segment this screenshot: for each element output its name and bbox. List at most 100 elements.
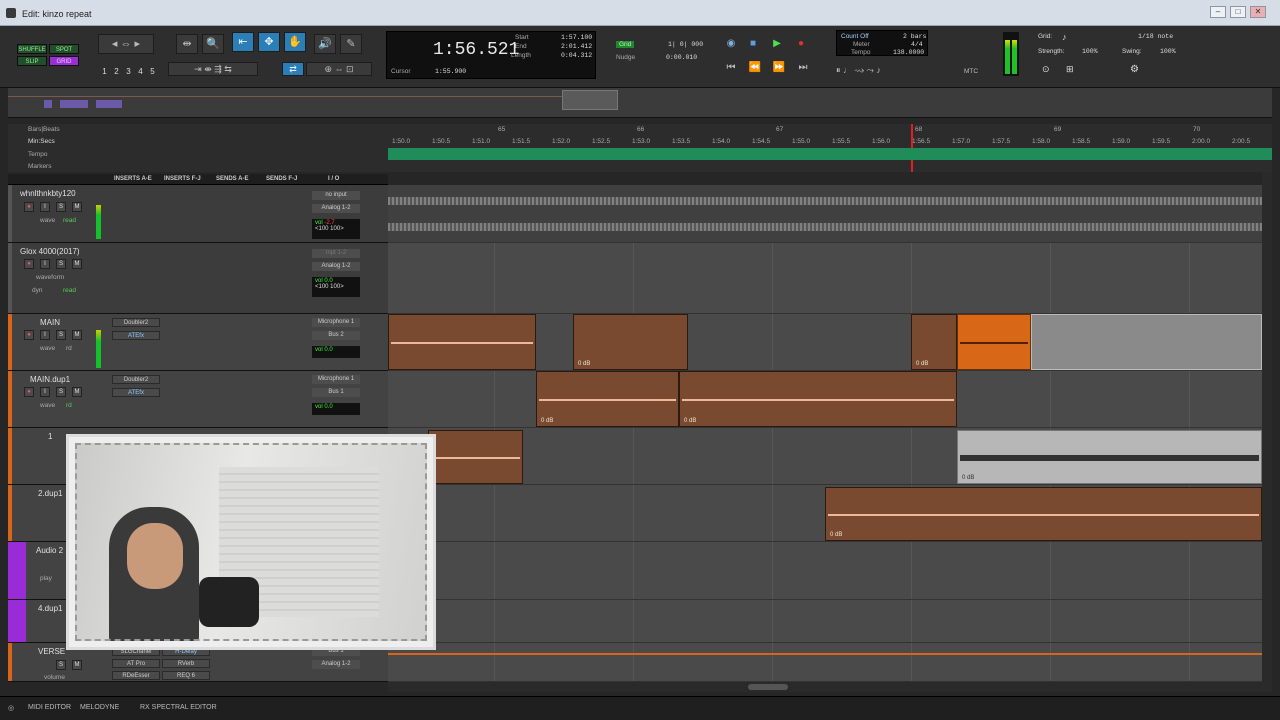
insert-slot-b[interactable]: ATEfx [112, 331, 160, 340]
universe-overview[interactable] [8, 88, 1272, 118]
track-name[interactable]: Audio 2 [36, 546, 63, 555]
zoom-toggle-icon[interactable]: ⇹ [176, 34, 198, 54]
lane-whnlthnkbty120[interactable] [388, 185, 1272, 243]
record-enable-button[interactable]: ● [24, 330, 34, 340]
grid-label[interactable]: Grid [616, 41, 635, 48]
go-to-end-icon[interactable]: ⏭ [794, 60, 812, 76]
audio-clip[interactable]: 0 dB [679, 371, 957, 427]
input-monitor-button[interactable]: I [40, 387, 50, 397]
track-main-dup1[interactable]: MAIN.dup1 ● I S M wave rd Doubler2 ATEfx… [8, 371, 388, 428]
gear-icon[interactable]: ⚙ [1130, 64, 1139, 75]
track-view-selector[interactable]: wave [40, 402, 55, 409]
lane-1[interactable]: 0 dB [388, 428, 1272, 485]
end-value[interactable]: 2:01.412 [561, 43, 592, 50]
record-enable-button[interactable]: ● [24, 259, 34, 269]
vertical-scrollbar[interactable] [1262, 172, 1272, 682]
input-selector[interactable]: Microphone 1 [312, 375, 360, 384]
tempo-ruler-label[interactable]: Tempo [28, 151, 48, 158]
grid-mode-button[interactable]: GRID [49, 56, 79, 66]
clip-gain-label[interactable]: 0 dB [916, 361, 928, 367]
scrubber-tool-icon[interactable]: 🔊 [314, 34, 336, 54]
strength-value[interactable]: 100% [1082, 48, 1098, 55]
audio-clip[interactable]: 0 dB [957, 430, 1262, 484]
grid-note-value[interactable]: 1/18 note [1138, 33, 1173, 40]
record-button-icon[interactable]: ● [792, 36, 810, 52]
audio-clip[interactable]: 0 dB [911, 314, 957, 370]
selected-audio-clip[interactable] [957, 314, 1031, 370]
pencil-tool-icon[interactable]: ✎ [340, 34, 362, 54]
clip-gain-label[interactable]: 0 dB [830, 532, 842, 538]
horizontal-scrollbar[interactable] [388, 682, 1272, 692]
solo-button[interactable]: S [56, 330, 66, 340]
volume-pan-display[interactable]: vol 0.0 <100 100> [312, 277, 360, 297]
mtc-button[interactable]: MTC [964, 68, 978, 75]
insert-slot-c[interactable]: RDeEsser [112, 671, 160, 680]
selector-tool-icon[interactable]: ✥ [258, 32, 280, 52]
zoom-preset-2[interactable]: 2 [111, 66, 122, 77]
maximize-button[interactable]: □ [1230, 6, 1246, 18]
swing-value[interactable]: 100% [1160, 48, 1176, 55]
grabber-tool-icon[interactable]: ✋ [284, 32, 306, 52]
selection-area[interactable] [1031, 314, 1262, 370]
audio-waveform[interactable] [388, 197, 1262, 205]
zoom-preset-3[interactable]: 3 [123, 66, 134, 77]
spot-mode-button[interactable]: SPOT [49, 44, 79, 54]
audio-clip[interactable] [388, 314, 536, 370]
slip-mode-button[interactable]: SLIP [17, 56, 47, 66]
lane-4-dup1[interactable] [388, 600, 1272, 643]
meter-value[interactable]: 4/4 [911, 41, 923, 48]
tempo-ruler-bar[interactable] [388, 148, 1272, 160]
track-name[interactable]: Glox 4000(2017) [20, 247, 80, 256]
mute-button[interactable]: M [72, 660, 82, 670]
track-view-selector[interactable]: wave [40, 217, 55, 224]
output-selector[interactable]: Bus 1 [312, 388, 360, 397]
input-monitor-button[interactable]: I [40, 202, 50, 212]
insert-slot-b[interactable]: AT Pro [112, 659, 160, 668]
grid-value[interactable]: 1| 0| 000 [668, 41, 703, 48]
edit-window-playlists[interactable]: 0 dB 0 dB 0 dB 0 dB 0 dB 0 dB [388, 185, 1272, 682]
audio-clip[interactable]: 0 dB [825, 487, 1262, 541]
insert-slot-h[interactable]: REQ 6 [162, 671, 210, 680]
automation-mode-selector[interactable]: rd [66, 345, 72, 352]
audio-clip[interactable]: 0 dB [573, 314, 688, 370]
close-button[interactable]: ✕ [1250, 6, 1266, 18]
edit-options-icons[interactable]: ⇥ ⇼ ⇶ ⇆ [168, 62, 258, 76]
track-view-selector[interactable]: volume [44, 674, 65, 681]
input-monitor-button[interactable]: I [40, 330, 50, 340]
output-selector[interactable]: Analog 1-2 [312, 262, 360, 271]
return-to-zero-icon[interactable]: ⏮ [722, 60, 740, 76]
length-value[interactable]: 0:04.312 [561, 52, 592, 59]
track-whnlthnkbty120[interactable]: whnlthnkbty120 ● I S M wave read no inpu… [8, 185, 388, 243]
lane-main[interactable]: 0 dB 0 dB [388, 314, 1272, 371]
bottom-bar-icon[interactable]: ◎ [8, 704, 14, 712]
online-icon[interactable]: ◉ [722, 36, 740, 52]
smart-tool-icon[interactable]: ⇄ [282, 62, 304, 76]
track-name[interactable]: 1 [48, 432, 52, 441]
insert-slot-b[interactable]: ATEfx [112, 388, 160, 397]
zoom-buttons[interactable]: ◂ ⇔ ▸ [98, 34, 154, 54]
audio-clip[interactable] [428, 430, 523, 484]
lane-audio-2[interactable] [388, 542, 1272, 600]
output-selector[interactable]: Analog 1-2 [312, 204, 360, 213]
fast-forward-icon[interactable]: ⏩ [770, 60, 788, 76]
bars-beats-ruler-label[interactable]: Bars|Beats [28, 126, 60, 133]
lane-main-dup1[interactable]: 0 dB 0 dB [388, 371, 1272, 428]
zoom-fit-icon[interactable]: ⊞ [1066, 64, 1074, 75]
solo-button[interactable]: S [56, 387, 66, 397]
lane-verse[interactable] [388, 643, 1272, 682]
insert-slot-g[interactable]: RVerb [162, 659, 210, 668]
mute-button[interactable]: M [72, 259, 82, 269]
mute-button[interactable]: M [72, 202, 82, 212]
track-view-selector[interactable]: wave [40, 345, 55, 352]
solo-button[interactable]: S [56, 660, 66, 670]
output-selector[interactable]: Bus 2 [312, 331, 360, 340]
automation-mode-selector[interactable]: read [63, 217, 76, 224]
lane-glox-4000[interactable] [388, 243, 1272, 314]
stop-button-icon[interactable]: ■ [744, 36, 762, 52]
volume-pan-display[interactable]: vol -2.7 <100 100> [312, 219, 360, 239]
midi-options-icons[interactable]: ⏸ ♩ ⇝ ⤳ ♪ [836, 65, 956, 79]
zoom-preset-5[interactable]: 5 [147, 66, 158, 77]
track-name[interactable]: 4.dup1 [38, 604, 62, 613]
zoom-preset-1[interactable]: 1 [99, 66, 110, 77]
insert-slot-a[interactable]: Doubler2 [112, 375, 160, 384]
